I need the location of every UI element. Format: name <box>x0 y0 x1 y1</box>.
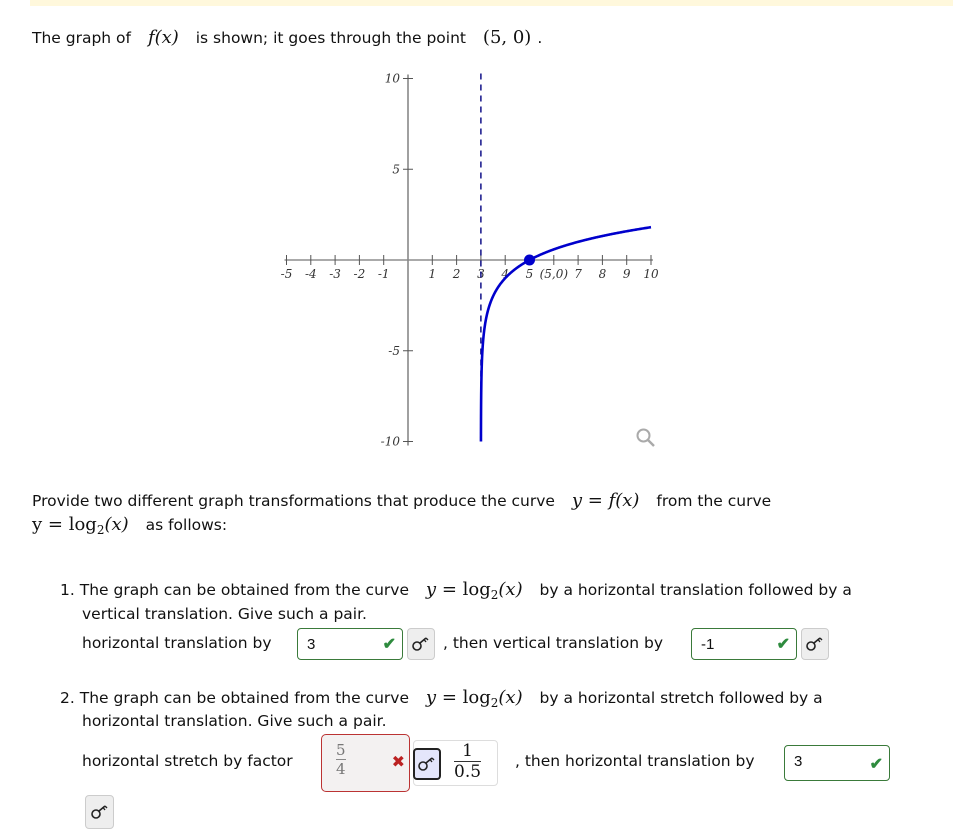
y-tick-label: 5 <box>392 162 400 176</box>
prompt-text: Provide two different graph transformati… <box>32 492 555 510</box>
q1-vertical-input[interactable]: -1 ✔ <box>691 628 797 660</box>
x-tick-label: 10 <box>643 267 659 281</box>
q1-vertical-value: -1 <box>701 636 715 653</box>
q2-stretch-fraction: 54 <box>336 741 346 778</box>
q2-correct-fraction: 1 0.5 <box>454 741 482 782</box>
q1-label-horizontal: horizontal translation by <box>82 634 272 652</box>
prompt-math-log: y = log2(x) <box>32 514 129 537</box>
q2-text-2: by a horizontal stretch followed by a <box>539 689 823 707</box>
q2-math-log: y = log2(x) <box>425 687 523 710</box>
check-icon: ✔ <box>869 756 883 773</box>
x-tick-label: -1 <box>378 267 390 281</box>
x-tick-label: 7 <box>574 267 582 281</box>
y-tick-label: -10 <box>381 435 401 449</box>
function-curve <box>479 225 652 442</box>
q2-translation-value: 3 <box>794 753 803 770</box>
marked-point <box>524 254 535 266</box>
check-icon: ✔ <box>382 636 396 653</box>
prompt-math-fx: y = f(x) <box>571 490 640 511</box>
q2-label-stretch: horizontal stretch by factor <box>82 752 293 770</box>
intro-func: f(x) <box>147 27 179 48</box>
key-icon <box>418 757 435 771</box>
y-tick-label: 10 <box>385 72 401 86</box>
q1-vertical-key-button[interactable] <box>801 628 829 660</box>
x-tick-label: 9 <box>623 267 631 281</box>
q2-line2: horizontal translation. Give such a pair… <box>82 712 387 730</box>
q1-horizontal-input[interactable]: 3 ✔ <box>297 628 403 660</box>
intro-prefix: The graph of <box>32 29 131 47</box>
intro-suffix: . <box>537 29 543 47</box>
q1-number: 1. <box>60 581 75 599</box>
q1-text-2: by a horizontal translation followed by … <box>539 581 852 599</box>
key-icon <box>412 637 429 651</box>
q2-stretch-key-button[interactable] <box>413 748 441 780</box>
x-tick-label: 8 <box>599 267 607 281</box>
key-icon <box>806 637 823 651</box>
x-tick-label: -5 <box>281 267 293 281</box>
q2-number: 2. <box>60 689 75 707</box>
x-tick-label: (5,0) <box>540 267 569 281</box>
prompt-text-2: from the curve <box>656 492 772 510</box>
q2-text: The graph can be obtained from the curve <box>79 689 409 707</box>
q1-horizontal-key-button[interactable] <box>407 628 435 660</box>
x-tick-label: 2 <box>452 267 461 281</box>
magnifier-icon[interactable] <box>635 427 657 449</box>
q2-line1: 2. The graph can be obtained from the cu… <box>60 687 823 710</box>
intro-text: The graph of f(x) is shown; it goes thro… <box>32 27 542 48</box>
q2-label-translation: , then horizontal translation by <box>515 752 755 770</box>
key-icon <box>90 805 107 819</box>
q1-line1: 1. The graph can be obtained from the cu… <box>60 579 852 602</box>
x-tick-label: -2 <box>354 267 366 281</box>
q1-horizontal-value: 3 <box>307 636 316 653</box>
q1-line2: vertical translation. Give such a pair. <box>82 605 367 623</box>
q2-translation-key-button[interactable] <box>85 795 114 829</box>
q1-text: The graph can be obtained from the curve <box>79 581 409 599</box>
prompt-text-3: as follows: <box>145 516 228 534</box>
q1-math-log: y = log2(x) <box>425 579 523 602</box>
x-tick-label: -4 <box>305 267 317 281</box>
x-tick-label: 1 <box>428 267 436 281</box>
x-tick-label: -3 <box>329 267 341 281</box>
prompt-line2: y = log2(x) as follows: <box>32 514 227 537</box>
q2-translation-input[interactable]: 3 ✔ <box>784 745 890 781</box>
intro-middle: is shown; it goes through the point <box>195 29 466 47</box>
x-tick-label: 5 <box>526 267 534 281</box>
prompt-line1: Provide two different graph transformati… <box>32 490 771 511</box>
cross-icon: ✖ <box>391 752 405 771</box>
function-graph: -5-4-3-2-112345(5,0)78910105-5-10 <box>281 72 659 449</box>
q1-label-vertical: , then vertical translation by <box>443 634 664 652</box>
y-tick-label: -5 <box>388 344 400 358</box>
top-banner <box>30 0 953 6</box>
check-icon: ✔ <box>776 636 790 653</box>
q2-stretch-input[interactable]: 54 ✖ <box>321 734 410 792</box>
intro-point: (5, 0) <box>482 27 532 48</box>
